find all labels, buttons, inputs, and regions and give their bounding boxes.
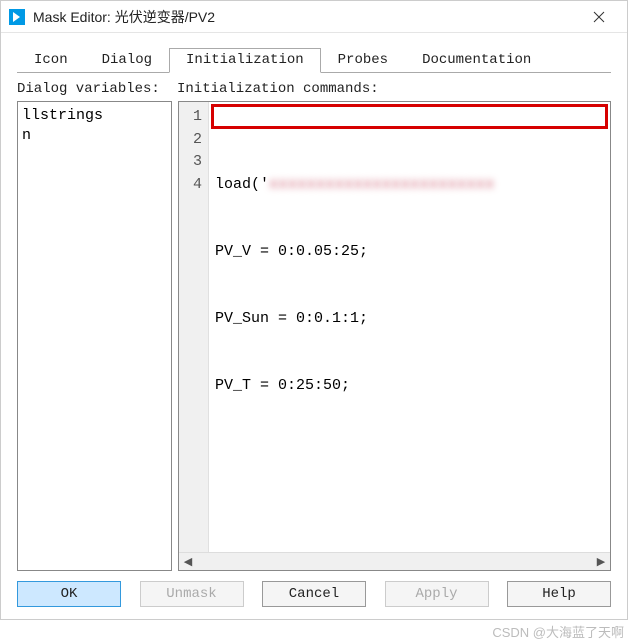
dialog-variables-label: Dialog variables: [17,81,177,97]
close-icon [593,11,605,23]
redacted-text: xxxxxxxxxxxxxxxxxxxxxxxx [269,176,495,193]
line-number-gutter: 1 2 3 4 [179,102,209,552]
column-labels: Dialog variables: Initialization command… [17,81,611,97]
code-line: PV_T = 0:25:50; [215,375,604,397]
horizontal-scrollbar[interactable]: ◀ ▶ [179,552,610,570]
window-title: Mask Editor: 光伏逆变器/PV2 [33,7,579,27]
init-panel: Dialog variables: Initialization command… [17,73,611,609]
tab-icon[interactable]: Icon [17,48,85,73]
button-row: OK Unmask Cancel Apply Help [17,571,611,609]
apply-button: Apply [385,581,489,607]
line-number: 4 [179,174,202,197]
code-line: PV_Sun = 0:0.1:1; [215,308,604,330]
scroll-right-icon[interactable]: ▶ [592,553,610,571]
code-line: PV_V = 0:0.05:25; [215,241,604,263]
code-editor-wrap: 1 2 3 4 load('xxxxxxxxxxxxxxxxxxxxxxxx P… [178,101,611,571]
titlebar: Mask Editor: 光伏逆变器/PV2 [1,1,627,33]
tab-documentation[interactable]: Documentation [405,48,548,73]
tabstrip: Icon Dialog Initialization Probes Docume… [17,47,611,73]
dialog-variables-list[interactable]: llstrings n [17,101,172,571]
editor-row: llstrings n 1 2 3 4 load('xxxxxxxxxxx [17,101,611,571]
app-icon [9,9,25,25]
scroll-track[interactable] [197,553,592,570]
code-text-area[interactable]: load('xxxxxxxxxxxxxxxxxxxxxxxx PV_V = 0:… [209,102,610,552]
ok-button[interactable]: OK [17,581,121,607]
mask-editor-window: Mask Editor: 光伏逆变器/PV2 Icon Dialog Initi… [0,0,628,620]
line-number: 1 [179,106,202,129]
tab-probes[interactable]: Probes [321,48,405,73]
code-editor[interactable]: 1 2 3 4 load('xxxxxxxxxxxxxxxxxxxxxxxx P… [179,102,610,552]
line-number: 3 [179,151,202,174]
scroll-left-icon[interactable]: ◀ [179,553,197,571]
watermark-text: CSDN @大海蓝了天啊 [492,622,624,641]
tab-dialog[interactable]: Dialog [85,48,169,73]
init-commands-label: Initialization commands: [177,81,611,97]
close-button[interactable] [579,2,619,32]
unmask-button: Unmask [140,581,244,607]
content-area: Icon Dialog Initialization Probes Docume… [1,33,627,619]
cancel-button[interactable]: Cancel [262,581,366,607]
highlight-rectangle [211,104,608,129]
code-line: load('xxxxxxxxxxxxxxxxxxxxxxxx [215,174,604,196]
list-item[interactable]: llstrings [22,106,167,126]
help-button[interactable]: Help [507,581,611,607]
tab-initialization[interactable]: Initialization [169,48,321,73]
line-number: 2 [179,129,202,152]
list-item[interactable]: n [22,126,167,146]
